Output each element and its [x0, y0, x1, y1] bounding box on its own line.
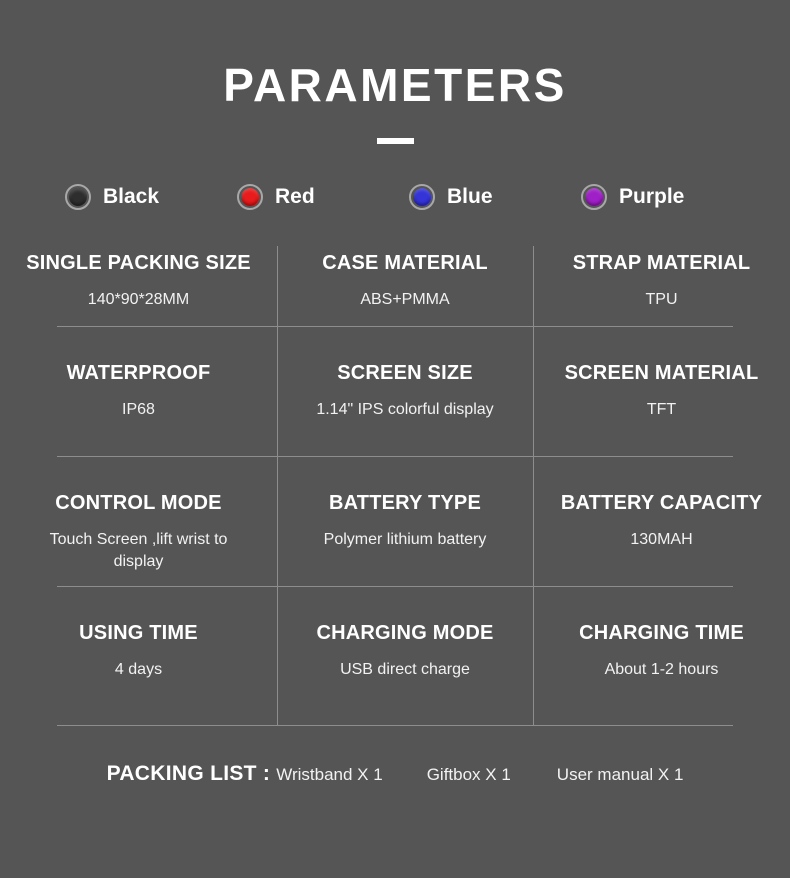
spec-title: CASE MATERIAL — [322, 252, 488, 274]
blue-swatch-fill — [413, 188, 431, 206]
blue-swatch-icon — [409, 184, 435, 210]
spec-value: ABS+PMMA — [360, 291, 450, 308]
packing-list-item: User manual X 1 — [556, 765, 684, 784]
page-header: PARAMETERS — [0, 0, 790, 144]
color-option-red[interactable]: Red — [223, 184, 395, 210]
spec-row: USING TIME 4 days CHARGING MODE USB dire… — [0, 586, 790, 716]
spec-cell-battery-capacity: BATTERY CAPACITY 130MAH — [533, 456, 790, 586]
spec-value: 1.14" IPS colorful display — [316, 401, 494, 418]
packing-list-item: Wristband X 1 — [276, 765, 383, 784]
spec-title: USING TIME — [79, 622, 198, 644]
spec-title: CONTROL MODE — [55, 492, 222, 514]
spec-cell-single-packing-size: SINGLE PACKING SIZE 140*90*28MM — [0, 232, 277, 326]
spec-value: TPU — [645, 291, 678, 308]
spec-value: USB direct charge — [340, 661, 470, 678]
black-swatch-fill — [69, 188, 87, 206]
spec-cell-charging-mode: CHARGING MODE USB direct charge — [277, 586, 533, 716]
spec-title: STRAP MATERIAL — [572, 252, 751, 274]
horizontal-divider-4 — [57, 725, 733, 726]
packing-list-row: PACKING LIST : Wristband X 1 Giftbox X 1… — [0, 762, 790, 786]
spec-value: TFT — [646, 401, 677, 418]
color-option-label: Red — [275, 185, 315, 208]
spec-title: SINGLE PACKING SIZE — [26, 252, 251, 274]
spec-value: 140*90*28MM — [87, 291, 190, 308]
color-options-row: Black Red Blue Purple — [0, 184, 790, 210]
spec-value: 4 days — [114, 661, 163, 678]
spec-row: WATERPROOF IP68 SCREEN SIZE 1.14" IPS co… — [0, 326, 790, 456]
spec-cell-battery-type: BATTERY TYPE Polymer lithium battery — [277, 456, 533, 586]
spec-value: 130MAH — [630, 531, 693, 548]
spec-cell-strap-material: STRAP MATERIAL TPU — [533, 232, 790, 326]
color-option-label: Black — [103, 185, 160, 208]
spec-title: BATTERY TYPE — [328, 492, 482, 514]
color-option-label: Blue — [447, 185, 493, 208]
spec-value: Polymer lithium battery — [323, 531, 487, 548]
spec-cell-control-mode: CONTROL MODE Touch Screen ,lift wrist to… — [0, 456, 277, 586]
spec-cell-waterproof: WATERPROOF IP68 — [0, 326, 277, 456]
spec-cell-screen-material: SCREEN MATERIAL TFT — [533, 326, 790, 456]
spec-cell-screen-size: SCREEN SIZE 1.14" IPS colorful display — [277, 326, 533, 456]
spec-value: IP68 — [122, 401, 155, 418]
spec-cell-using-time: USING TIME 4 days — [0, 586, 277, 716]
spec-title: SCREEN MATERIAL — [564, 362, 759, 384]
spec-value: Touch Screen ,lift wrist to display — [49, 531, 228, 570]
color-option-blue[interactable]: Blue — [395, 184, 567, 210]
spec-title: CHARGING TIME — [579, 622, 744, 644]
color-option-black[interactable]: Black — [51, 184, 223, 210]
red-swatch-icon — [237, 184, 263, 210]
spec-value: About 1-2 hours — [604, 661, 719, 678]
title-underline-rule — [376, 138, 414, 144]
purple-swatch-fill — [585, 188, 603, 206]
spec-title: WATERPROOF — [66, 362, 211, 384]
color-option-label: Purple — [619, 185, 685, 208]
spec-cell-case-material: CASE MATERIAL ABS+PMMA — [277, 232, 533, 326]
spec-title: CHARGING MODE — [316, 622, 494, 644]
page-title: PARAMETERS — [223, 59, 567, 111]
spec-title: SCREEN SIZE — [337, 362, 473, 384]
purple-swatch-icon — [581, 184, 607, 210]
spec-cell-charging-time: CHARGING TIME About 1-2 hours — [533, 586, 790, 716]
color-option-purple[interactable]: Purple — [567, 184, 739, 210]
spec-rows: SINGLE PACKING SIZE 140*90*28MM CASE MAT… — [0, 232, 790, 716]
spec-row: SINGLE PACKING SIZE 140*90*28MM CASE MAT… — [0, 232, 790, 326]
packing-list-label: PACKING LIST : — [106, 762, 271, 785]
spec-row: CONTROL MODE Touch Screen ,lift wrist to… — [0, 456, 790, 586]
red-swatch-fill — [241, 188, 259, 206]
black-swatch-icon — [65, 184, 91, 210]
specifications-grid: SINGLE PACKING SIZE 140*90*28MM CASE MAT… — [0, 232, 790, 726]
spec-title: BATTERY CAPACITY — [560, 492, 763, 514]
packing-list-item: Giftbox X 1 — [426, 765, 511, 784]
